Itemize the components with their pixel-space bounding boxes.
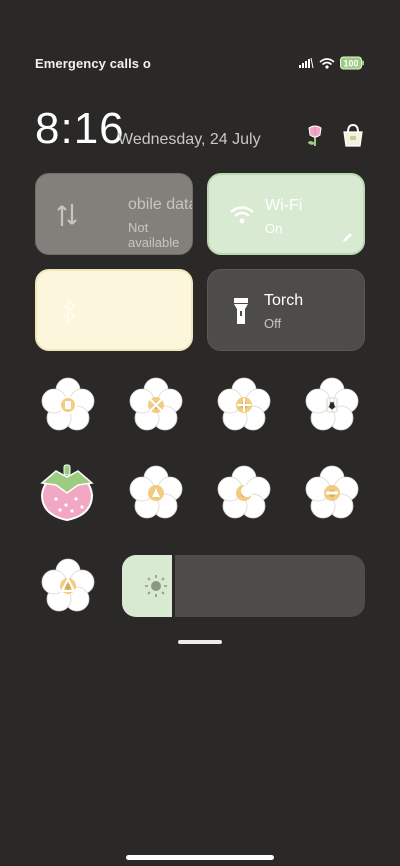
battery-icon: 100 — [340, 56, 364, 70]
auto-brightness-toggle[interactable] — [40, 558, 96, 614]
wifi-label: Wi-Fi — [265, 197, 303, 214]
location-toggle[interactable] — [216, 377, 272, 433]
strawberry-toggle[interactable] — [36, 463, 98, 523]
battery-level: 100 — [343, 59, 358, 69]
power-saving-toggle[interactable] — [40, 377, 96, 433]
tulip-sticker-icon — [308, 125, 322, 146]
status-icons: 100 — [298, 56, 364, 70]
screen-rotation-toggle[interactable] — [304, 377, 360, 433]
home-indicator[interactable] — [126, 855, 274, 860]
brightness-slider[interactable] — [122, 555, 365, 617]
do-not-disturb-icon — [326, 491, 338, 495]
mobile-data-tile[interactable]: obile data Not available — [35, 173, 193, 255]
clock-date[interactable]: Wednesday, 24 July — [118, 131, 261, 149]
bluetooth-icon — [62, 298, 76, 324]
wifi-status-icon — [319, 58, 335, 69]
dark-mode-icon — [241, 485, 253, 497]
status-text: Emergency calls o — [35, 56, 151, 71]
panel-drag-handle[interactable] — [178, 640, 222, 644]
pencil-icon — [343, 233, 352, 242]
sun-icon — [145, 575, 167, 597]
airplane-mode-toggle[interactable] — [128, 377, 184, 433]
wifi-status: On — [265, 221, 283, 236]
bluetooth-tile[interactable] — [35, 269, 193, 351]
status-bar: Emergency calls o 100 — [35, 56, 364, 72]
mobile-data-icon — [57, 204, 77, 226]
torch-label: Torch — [264, 292, 304, 309]
mobile-data-status: Not available — [128, 220, 180, 250]
bag-sticker-icon — [343, 123, 363, 147]
hotspot-toggle[interactable] — [128, 465, 184, 521]
torch-status: Off — [264, 316, 282, 331]
mobile-data-label: obile data — [128, 196, 193, 213]
power-saving-icon — [65, 401, 71, 409]
clock-time[interactable]: 8:16 — [35, 104, 125, 154]
signal-icon — [299, 57, 314, 69]
wifi-tile[interactable]: Wi-Fi On — [207, 173, 365, 255]
dark-mode-toggle[interactable] — [216, 465, 272, 521]
wifi-icon — [230, 206, 254, 224]
torch-tile[interactable]: Torch Off — [207, 269, 365, 351]
do-not-disturb-toggle[interactable] — [304, 465, 360, 521]
torch-icon — [234, 298, 248, 324]
